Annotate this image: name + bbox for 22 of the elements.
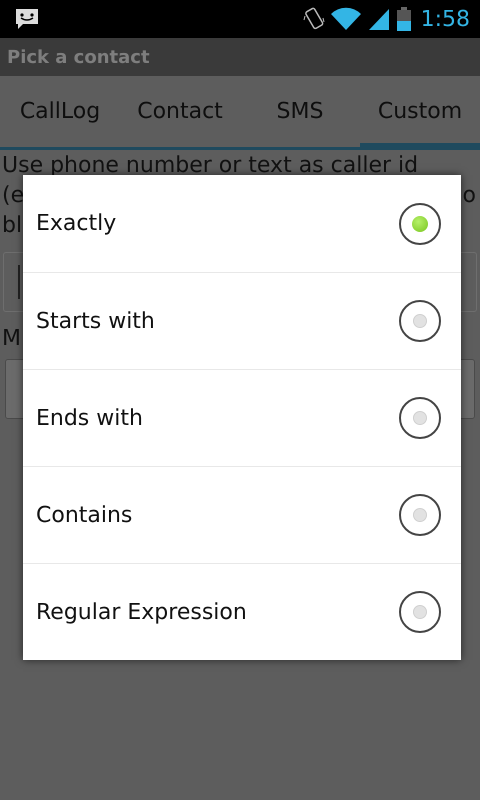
vibrate-icon: [302, 6, 325, 32]
radio-button[interactable]: [399, 202, 441, 244]
wifi-icon: [330, 7, 361, 31]
match-label: M: [2, 326, 21, 351]
radio-button[interactable]: [399, 300, 441, 342]
description-text: o: [462, 182, 476, 208]
option-item[interactable]: Regular Expression: [23, 563, 461, 660]
description-text: (e: [2, 182, 24, 208]
description-text: Use phone number or text as caller id: [2, 152, 418, 178]
option-item[interactable]: Exactly: [23, 175, 461, 272]
chat-icon: [14, 7, 40, 31]
option-item[interactable]: Starts with: [23, 272, 461, 369]
status-time: 1:58: [420, 6, 470, 32]
radio-button[interactable]: [399, 591, 441, 633]
signal-icon: [366, 7, 391, 31]
radio-button[interactable]: [399, 494, 441, 536]
description-text: bl: [2, 212, 22, 238]
option-item[interactable]: Ends with: [23, 369, 461, 466]
radio-button[interactable]: [399, 397, 441, 439]
window-title: Pick a contact: [7, 46, 150, 68]
battery-icon: [396, 7, 411, 31]
option-item[interactable]: Contains: [23, 466, 461, 563]
